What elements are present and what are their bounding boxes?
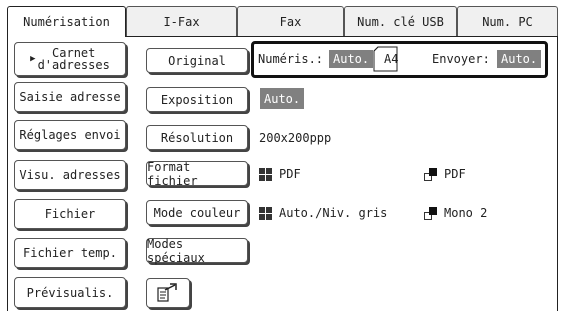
resolution-value: 200x200ppp	[259, 131, 332, 145]
tab-usb-scan[interactable]: Num. clé USB	[344, 6, 457, 36]
color-mode-multi-value: Auto./Niv. gris	[279, 206, 388, 220]
view-addresses-button[interactable]: Visu. adresses	[14, 160, 126, 190]
file-format-button[interactable]: Format fichier	[146, 160, 248, 188]
tab-pc-scan[interactable]: Num. PC	[457, 6, 558, 36]
color-mode-multi: Auto./Niv. gris	[259, 206, 387, 220]
send-label: Envoyer:	[432, 52, 490, 66]
multi-page-icon	[259, 206, 272, 220]
single-page-icon	[424, 206, 437, 220]
paper-size-value: A4	[384, 52, 399, 66]
file-format-single: PDF	[424, 167, 466, 181]
send-action-button[interactable]	[146, 278, 190, 308]
document-send-icon	[157, 283, 177, 302]
tab-i-fax[interactable]: I-Fax	[126, 6, 237, 36]
original-button[interactable]: Original	[146, 48, 248, 73]
arrow-right-icon: ▶	[30, 54, 36, 64]
color-mode-single-value: Mono 2	[444, 206, 488, 220]
send-value: Auto.	[497, 50, 542, 68]
address-book-label: Carnet d'adresses	[37, 46, 110, 72]
tab-fax[interactable]: Fax	[237, 6, 344, 36]
scan-value: Auto.	[329, 50, 374, 68]
file-format-multi: PDF	[259, 167, 301, 181]
file-format-single-value: PDF	[444, 167, 466, 181]
single-page-icon	[424, 167, 437, 181]
exposure-button[interactable]: Exposition	[146, 87, 248, 112]
tab-numerisation[interactable]: Numérisation	[7, 6, 126, 37]
special-modes-button[interactable]: Modes spéciaux	[146, 237, 248, 265]
address-book-button[interactable]: ▶ Carnet d'adresses	[14, 42, 126, 76]
color-mode-button[interactable]: Mode couleur	[146, 200, 248, 225]
tab-divider	[126, 36, 558, 37]
address-entry-button[interactable]: Saisie adresse	[14, 82, 126, 112]
color-mode-single: Mono 2	[424, 206, 487, 220]
exposure-value: Auto.	[260, 88, 305, 109]
quick-file-button[interactable]: Fichier temp.	[14, 238, 126, 268]
resolution-button[interactable]: Résolution	[146, 125, 248, 150]
preview-button[interactable]: Prévisualis.	[14, 277, 126, 308]
file-format-multi-value: PDF	[279, 167, 301, 181]
send-settings-button[interactable]: Réglages envoi	[14, 120, 126, 150]
scan-label: Numéris.:	[258, 52, 324, 66]
file-button[interactable]: Fichier	[14, 199, 126, 229]
multi-page-icon	[259, 167, 272, 181]
